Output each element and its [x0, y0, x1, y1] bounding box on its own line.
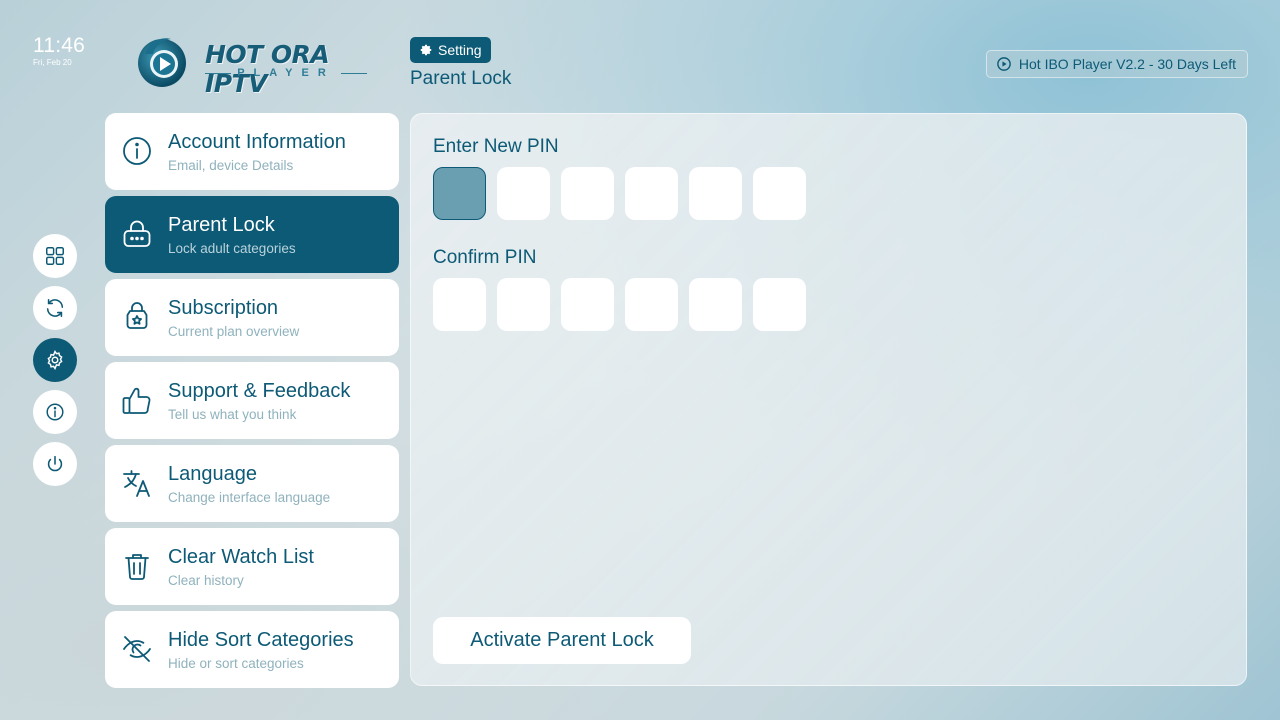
eye-off-icon	[123, 636, 151, 662]
confirm-pin-digit-2[interactable]	[497, 278, 550, 331]
new-pin-digit-3[interactable]	[561, 167, 614, 220]
rail-info-button[interactable]	[33, 390, 77, 434]
rail-refresh-button[interactable]	[33, 286, 77, 330]
thumbs-up-icon	[122, 387, 151, 414]
menu-item-subtitle: Email, device Details	[168, 158, 294, 173]
confirm-pin-digit-5[interactable]	[689, 278, 742, 331]
menu-item-subtitle: Hide or sort categories	[168, 656, 304, 671]
version-badge: Hot IBO Player V2.2 - 30 Days Left	[985, 50, 1248, 78]
info-circle-icon	[123, 137, 151, 165]
clock-date: Fri, Feb 20	[33, 58, 72, 67]
settings-menu: Account Information Email, device Detail…	[105, 113, 399, 688]
settings-icon	[47, 350, 63, 370]
menu-item-title: Subscription	[168, 297, 279, 319]
refresh-icon	[46, 298, 64, 318]
subscription-icon	[126, 302, 148, 329]
parent-lock-panel: Enter New PIN Confirm PIN Activate Paren…	[410, 113, 1247, 686]
confirm-pin-group	[433, 278, 806, 331]
confirm-pin-digit-3[interactable]	[561, 278, 614, 331]
info-icon	[46, 403, 64, 421]
menu-item-title: Hide Sort Categories	[168, 629, 354, 651]
new-pin-digit-2[interactable]	[497, 167, 550, 220]
menu-item-parent-lock[interactable]: Parent Lock Lock adult categories	[105, 196, 399, 273]
side-rail	[33, 234, 77, 486]
confirm-pin-digit-4[interactable]	[625, 278, 678, 331]
new-pin-digit-1[interactable]	[433, 167, 486, 220]
apps-grid-icon	[46, 247, 64, 265]
menu-item-subtitle: Change interface language	[168, 490, 331, 505]
menu-item-subtitle: Current plan overview	[168, 324, 300, 339]
menu-item-subscription[interactable]: Subscription Current plan overview	[105, 279, 399, 356]
logo-sub-text: PLAYER	[205, 67, 367, 79]
lock-icon	[123, 220, 151, 247]
rail-home-button[interactable]	[33, 234, 77, 278]
menu-item-subtitle: Clear history	[168, 573, 244, 588]
new-pin-digit-4[interactable]	[625, 167, 678, 220]
menu-item-title: Clear Watch List	[168, 546, 314, 568]
clock: 11:46 Fri, Feb 20	[33, 34, 85, 68]
menu-item-title: Account Information	[168, 131, 346, 153]
power-icon	[47, 455, 63, 472]
play-logo-icon	[997, 57, 1011, 71]
app-logo: HOT ORA IPTV PLAYER	[135, 34, 371, 98]
menu-item-subtitle: Tell us what you think	[168, 407, 297, 422]
gear-icon	[420, 44, 432, 56]
menu-item-clear-watch-list[interactable]: Clear Watch List Clear history	[105, 528, 399, 605]
confirm-pin-digit-6[interactable]	[753, 278, 806, 331]
menu-item-support-feedback[interactable]: Support & Feedback Tell us what you thin…	[105, 362, 399, 439]
trash-icon	[125, 554, 149, 580]
activate-parent-lock-button[interactable]: Activate Parent Lock	[433, 617, 691, 664]
new-pin-label: Enter New PIN	[433, 136, 559, 157]
version-text: Hot IBO Player V2.2 - 30 Days Left	[1018, 56, 1236, 72]
new-pin-digit-5[interactable]	[689, 167, 742, 220]
page-title: Parent Lock	[410, 68, 512, 89]
rail-settings-button[interactable]	[33, 338, 77, 382]
logo-emblem-icon	[138, 38, 186, 87]
setting-chip-label: Setting	[438, 42, 482, 58]
menu-item-account-information[interactable]: Account Information Email, device Detail…	[105, 113, 399, 190]
new-pin-group	[433, 167, 806, 220]
translate-icon	[123, 470, 150, 497]
new-pin-digit-6[interactable]	[753, 167, 806, 220]
confirm-pin-label: Confirm PIN	[433, 247, 537, 268]
menu-item-language[interactable]: Language Change interface language	[105, 445, 399, 522]
confirm-pin-digit-1[interactable]	[433, 278, 486, 331]
setting-chip[interactable]: Setting	[410, 37, 491, 63]
menu-item-hide-sort-categories[interactable]: Hide Sort Categories Hide or sort catego…	[105, 611, 399, 688]
menu-item-title: Parent Lock	[168, 214, 275, 236]
rail-power-button[interactable]	[33, 442, 77, 486]
menu-item-title: Language	[168, 463, 257, 485]
menu-item-subtitle: Lock adult categories	[168, 241, 296, 256]
clock-time: 11:46	[33, 34, 85, 57]
menu-item-title: Support & Feedback	[168, 380, 351, 402]
